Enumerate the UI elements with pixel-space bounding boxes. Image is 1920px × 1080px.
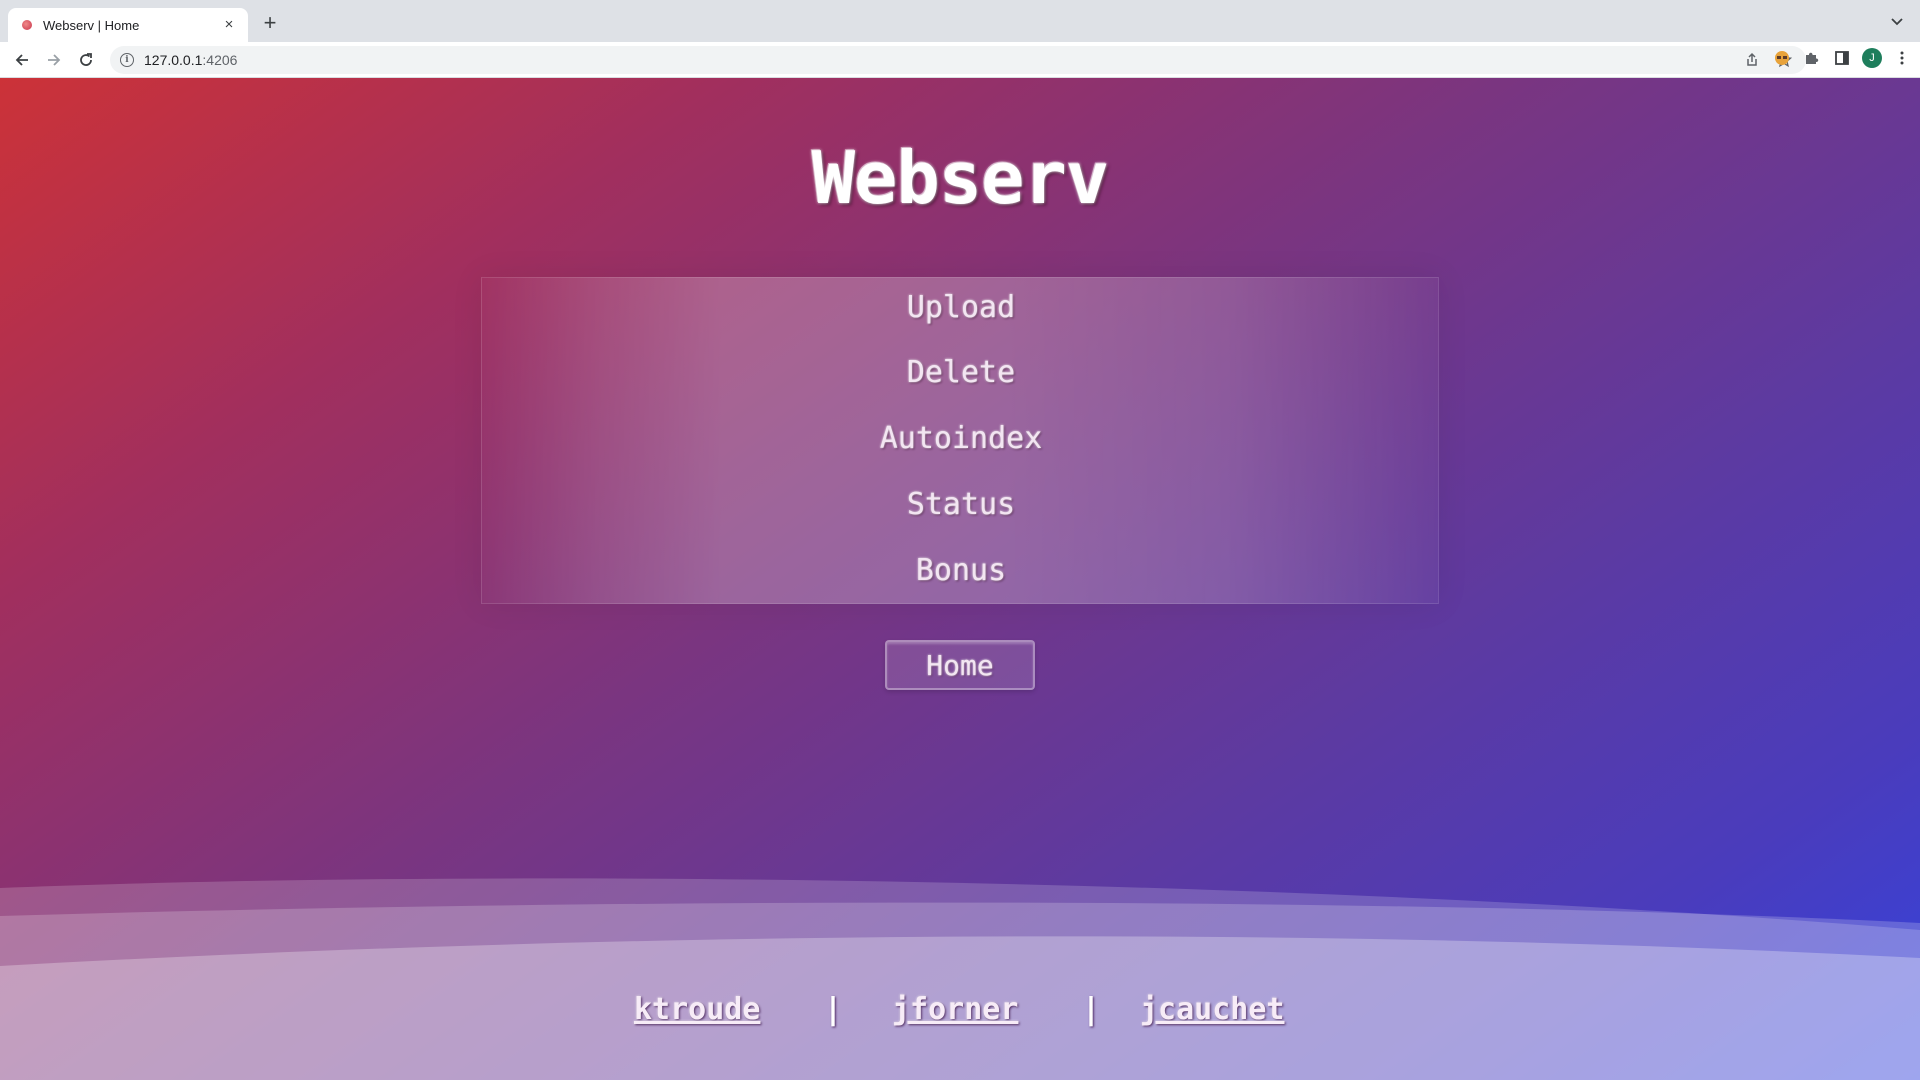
url-port: :4206 [202, 52, 238, 68]
share-icon[interactable] [1742, 50, 1762, 70]
profile-avatar[interactable]: J [1862, 48, 1882, 68]
footer-credits: ktroude | jforner | jcauchet [0, 992, 1920, 1042]
forward-arrow-icon[interactable] [42, 48, 66, 72]
menu-link-delete[interactable]: Delete [482, 355, 1440, 390]
footer-separator: | [1082, 992, 1101, 1027]
tab-strip: Webserv | Home × + [0, 0, 1920, 42]
puzzle-icon[interactable] [1802, 48, 1822, 68]
menu-link-autoindex[interactable]: Autoindex [482, 421, 1440, 456]
tab-title: Webserv | Home [43, 17, 140, 33]
tab-search-chevron-icon[interactable] [1888, 12, 1906, 30]
menu-link-upload[interactable]: Upload [482, 290, 1440, 325]
address-bar[interactable]: i 127.0.0.1:4206 [110, 46, 1806, 74]
favicon-icon [22, 20, 32, 30]
side-panel-icon[interactable] [1832, 48, 1852, 68]
browser-tab[interactable]: Webserv | Home × [8, 8, 248, 42]
author-link-jforner[interactable]: jforner [892, 992, 1018, 1027]
browser-toolbar: i 127.0.0.1:4206 J [0, 42, 1920, 78]
author-link-ktroude[interactable]: ktroude [634, 992, 760, 1027]
url-host: 127.0.0.1 [144, 52, 203, 68]
toolbar-actions: J [1772, 48, 1912, 68]
menu-link-bonus[interactable]: Bonus [482, 553, 1440, 588]
footer-separator: | [824, 992, 843, 1027]
tab-close-icon[interactable]: × [220, 16, 238, 34]
extension-face-icon[interactable] [1772, 48, 1792, 68]
site-title: Webserv [811, 136, 1109, 220]
back-arrow-icon[interactable] [10, 48, 34, 72]
nav-menu: Upload Delete Autoindex Status Bonus [481, 277, 1439, 604]
author-link-jcauchet[interactable]: jcauchet [1140, 992, 1285, 1027]
menu-link-status[interactable]: Status [482, 487, 1440, 522]
reload-icon[interactable] [74, 48, 98, 72]
info-icon[interactable]: i [120, 53, 134, 67]
kebab-menu-icon[interactable] [1892, 48, 1912, 68]
page-viewport: Webserv Upload Delete Autoindex Status B… [0, 78, 1920, 1080]
home-button[interactable]: Home [885, 640, 1035, 690]
new-tab-button[interactable]: + [258, 11, 282, 35]
